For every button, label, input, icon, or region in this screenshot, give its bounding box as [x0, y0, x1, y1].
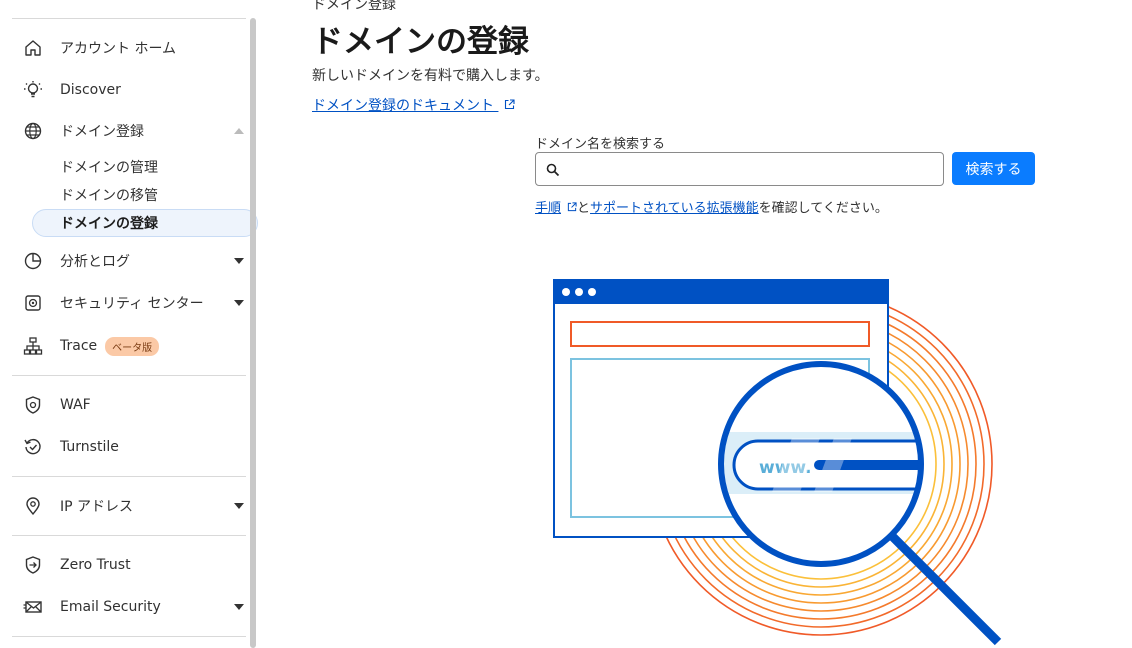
sidebar-item-analytics-logs[interactable]: 分析とログ	[12, 241, 246, 281]
sidebar-scrollbar[interactable]	[250, 18, 256, 648]
sidebar-item-label: Zero Trust	[60, 557, 131, 573]
sidebar-divider	[12, 476, 246, 477]
sidebar-item-ip-addresses[interactable]: IP アドレス	[12, 486, 246, 526]
sidebar-item-label: セキュリティ センター	[60, 296, 204, 312]
sidebar-item-account-home[interactable]: アカウント ホーム	[12, 28, 246, 68]
external-link-icon	[504, 98, 516, 114]
hint-tail: を確認してください。	[758, 201, 888, 216]
sidebar-item-trace[interactable]: Trace ベータ版	[12, 326, 246, 366]
search-icon	[546, 162, 560, 181]
sidebar-item-domain-registration[interactable]: ドメイン登録	[12, 111, 246, 151]
sidebar-subitem-label: ドメインの登録	[60, 216, 158, 232]
sidebar-item-label: Turnstile	[60, 439, 119, 455]
sidebar-item-turnstile[interactable]: Turnstile	[12, 427, 246, 467]
documentation-link-label: ドメイン登録のドキュメント	[312, 98, 494, 114]
waf-shield-icon	[22, 394, 44, 416]
sidebar-item-label: Trace	[60, 338, 98, 354]
sidebar-item-label: 分析とログ	[60, 254, 130, 270]
sidebar-item-discover[interactable]: Discover	[12, 70, 246, 110]
pie-chart-icon	[22, 250, 44, 272]
sidebar-divider	[12, 636, 246, 637]
external-link-icon	[567, 201, 577, 216]
email-icon	[22, 596, 44, 618]
chevron-down-icon[interactable]	[234, 300, 244, 306]
chevron-down-icon[interactable]	[234, 604, 244, 610]
sidebar-item-email-security[interactable]: Email Security	[12, 587, 246, 627]
sidebar-item-label: IP アドレス	[60, 499, 134, 515]
beta-badge: ベータ版	[105, 336, 160, 356]
chevron-down-icon[interactable]	[234, 258, 244, 264]
sidebar-divider	[12, 535, 246, 536]
sidebar-subitem-register-domains[interactable]: ドメインの登録	[32, 209, 258, 237]
zero-trust-icon	[22, 554, 44, 576]
sidebar-subitem-manage-domains[interactable]: ドメインの管理	[60, 157, 158, 177]
chevron-down-icon[interactable]	[234, 503, 244, 509]
globe-icon	[22, 120, 44, 142]
location-pin-icon	[22, 495, 44, 517]
page-description: 新しいドメインを有料で購入します。	[312, 68, 549, 84]
sidebar-item-waf[interactable]: WAF	[12, 385, 246, 425]
chevron-up-icon[interactable]	[234, 128, 244, 134]
page-title: ドメインの登録	[312, 24, 529, 60]
sidebar-item-label: Discover	[60, 82, 121, 98]
lightbulb-icon	[22, 79, 44, 101]
domain-search-illustration: www.	[553, 279, 1002, 646]
sidebar-item-label: Email Security	[60, 599, 161, 615]
trace-icon	[22, 335, 44, 357]
security-center-icon	[22, 292, 44, 314]
sidebar-top-divider	[12, 18, 246, 19]
documentation-link[interactable]: ドメイン登録のドキュメント	[312, 95, 516, 115]
sidebar-item-label: アカウント ホーム	[60, 41, 177, 57]
hint-connector: と	[577, 201, 591, 216]
breadcrumb: ドメイン登録	[312, 0, 396, 13]
sidebar-item-label: WAF	[60, 397, 91, 413]
sidebar-item-security-center[interactable]: セキュリティ センター	[12, 283, 246, 323]
sidebar: アカウント ホーム Discover ドメイン登録 ドメインの管理 ドメインの移…	[0, 0, 258, 648]
search-label: ドメイン名を検索する	[535, 137, 666, 152]
search-button[interactable]: 検索する	[952, 152, 1035, 185]
domain-search-field[interactable]	[535, 152, 944, 186]
home-icon	[22, 37, 44, 59]
turnstile-icon	[22, 436, 44, 458]
instructions-link[interactable]: 手順	[535, 201, 561, 216]
sidebar-divider	[12, 375, 246, 376]
sidebar-subitem-transfer-domains[interactable]: ドメインの移管	[60, 185, 158, 205]
domain-search-input[interactable]	[566, 158, 930, 182]
sidebar-item-zero-trust[interactable]: Zero Trust	[12, 545, 246, 585]
search-hint: 手順 とサポートされている拡張機能を確認してください。	[535, 197, 888, 216]
sidebar-item-label: ドメイン登録	[60, 124, 144, 140]
supported-extensions-link[interactable]: サポートされている拡張機能	[590, 201, 759, 216]
